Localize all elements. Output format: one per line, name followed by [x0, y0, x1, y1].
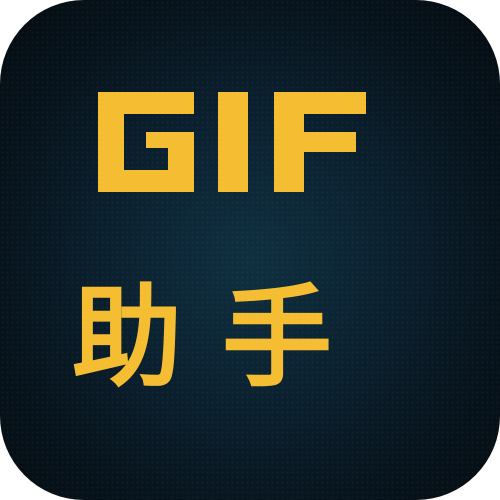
app-icon: 助手 [0, 0, 500, 500]
gif-helper-logo: 助手 [0, 0, 500, 500]
app-name-label: 助手 [72, 274, 372, 402]
gif-wordmark [98, 92, 366, 192]
